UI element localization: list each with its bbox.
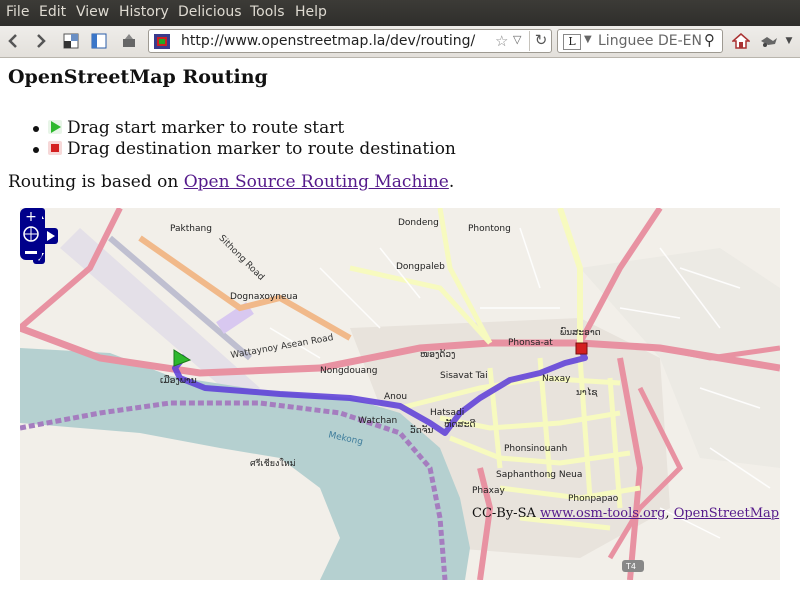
search-bar[interactable]: L ▼ Linguee DE-EN ⚲ (557, 29, 723, 53)
zoom-out-icon[interactable] (25, 251, 37, 254)
label-phonsa-at: Phonsa-at (508, 338, 553, 348)
menu-view[interactable]: View (76, 4, 109, 20)
list-item: Drag destination marker to route destina… (33, 139, 456, 160)
label-lao-3: ວັດຈັນ (410, 426, 434, 436)
label-dognaxoyneua: Dognaxoyneua (230, 292, 298, 302)
navigation-toolbar: http://www.openstreetmap.la/dev/routing/… (0, 26, 800, 58)
attribution-prefix: CC-By-SA (472, 506, 541, 521)
list-item: Drag start marker to route start (33, 118, 456, 139)
menu-history[interactable]: History (119, 4, 169, 20)
sidebar-icon (91, 33, 107, 49)
chevron-down-icon: ▼ (785, 36, 793, 46)
toolbar-overflow-button[interactable]: ▼ (782, 30, 796, 52)
label-t4: T4 (626, 562, 636, 571)
page-title: OpenStreetMap Routing (8, 66, 268, 88)
address-bar[interactable]: http://www.openstreetmap.la/dev/routing/… (148, 29, 552, 53)
search-engine-icon[interactable]: L (563, 34, 581, 50)
printer-icon (123, 34, 135, 47)
label-naxay: Naxay (542, 374, 571, 384)
home-button[interactable] (730, 30, 752, 52)
bullet (33, 126, 39, 132)
back-button[interactable] (2, 30, 24, 52)
forward-arrow-icon (37, 34, 46, 48)
label-phontong: Phontong (468, 224, 511, 234)
label-lao-5: ນາໄຊ (576, 388, 598, 398)
forward-button[interactable] (30, 30, 52, 52)
sidebar-button[interactable] (88, 30, 110, 52)
back-arrow-icon (8, 34, 17, 48)
tiles-icon (63, 33, 79, 49)
label-thai-town: ศรีเชียงใหม่ (250, 459, 296, 469)
home-icon (732, 33, 750, 49)
osm-tools-link[interactable]: www.osm-tools.org (540, 506, 665, 521)
reload-icon[interactable]: ↻ (529, 31, 552, 51)
start-marker-icon (48, 120, 62, 134)
routing-credit-suffix: . (448, 172, 455, 192)
label-sisavat: Sisavat Tai (440, 371, 488, 381)
url-text: http://www.openstreetmap.la/dev/routing/ (181, 33, 476, 49)
label-phaxay: Phaxay (472, 486, 505, 496)
instruction-list: Drag start marker to route start Drag de… (33, 118, 456, 160)
label-lao-6: ພົນສະອາດ (560, 328, 601, 338)
label-watchan: Watchan (358, 416, 398, 426)
label-phonsinouanh: Phonsinouanh (504, 444, 568, 454)
label-dondeng: Dondeng (398, 218, 439, 228)
label-lao-4: ຫັດສະດີ (444, 420, 476, 430)
engine-dropdown-icon[interactable]: ▼ (584, 34, 592, 45)
zoom-in-icon[interactable]: + (25, 209, 37, 225)
menu-edit[interactable]: Edit (39, 4, 66, 20)
menu-help[interactable]: Help (295, 4, 327, 20)
addon-icon (761, 37, 777, 47)
instruction-start: Drag start marker to route start (67, 118, 345, 138)
addon-button[interactable] (758, 30, 780, 52)
zoom-control[interactable]: + (20, 208, 42, 260)
destination-marker-icon (48, 141, 62, 155)
print-button[interactable] (118, 30, 140, 52)
map-view[interactable]: Pakthang Dondeng Phontong Dongpaleb Dogn… (20, 208, 780, 580)
label-lao-2: ໜອງດ້ວງ (420, 350, 456, 360)
label-pakthang: Pakthang (170, 224, 212, 234)
label-hatsadi: Hatsadi (430, 408, 465, 418)
routing-credit-prefix: Routing is based on (8, 172, 184, 192)
bullet (33, 147, 39, 153)
menu-tools[interactable]: Tools (250, 4, 285, 20)
menu-delicious[interactable]: Delicious (178, 4, 242, 20)
search-icon[interactable]: ⚲ (704, 31, 715, 49)
instruction-destination: Drag destination marker to route destina… (67, 139, 456, 159)
home-tile-button[interactable] (60, 30, 82, 52)
map-destination-marker[interactable] (575, 342, 588, 355)
history-dropdown-icon[interactable]: ▽ (513, 33, 521, 46)
label-dongpaleb: Dongpaleb (396, 262, 445, 272)
routing-credit: Routing is based on Open Source Routing … (8, 172, 454, 192)
label-phonpapao: Phonpapao (568, 494, 619, 504)
menu-file[interactable]: File (6, 4, 29, 20)
map-attribution: CC-By-SA www.osm-tools.org, OpenStreetMa… (472, 506, 779, 521)
search-input[interactable]: Linguee DE-EN (598, 33, 702, 49)
label-lao-1: ເມືອງພານ (160, 376, 197, 386)
label-nongdouang: Nongdouang (320, 366, 378, 376)
menu-bar: File Edit View History Delicious Tools H… (0, 0, 800, 26)
attribution-separator: , (665, 506, 674, 521)
bookmark-star-icon[interactable]: ☆ (495, 32, 508, 50)
openstreetmap-link[interactable]: OpenStreetMap (674, 506, 779, 521)
label-anou: Anou (384, 392, 408, 402)
label-saphanthong: Saphanthong Neua (496, 470, 583, 480)
osrm-link[interactable]: Open Source Routing Machine (184, 172, 449, 192)
site-favicon-icon (154, 34, 170, 49)
